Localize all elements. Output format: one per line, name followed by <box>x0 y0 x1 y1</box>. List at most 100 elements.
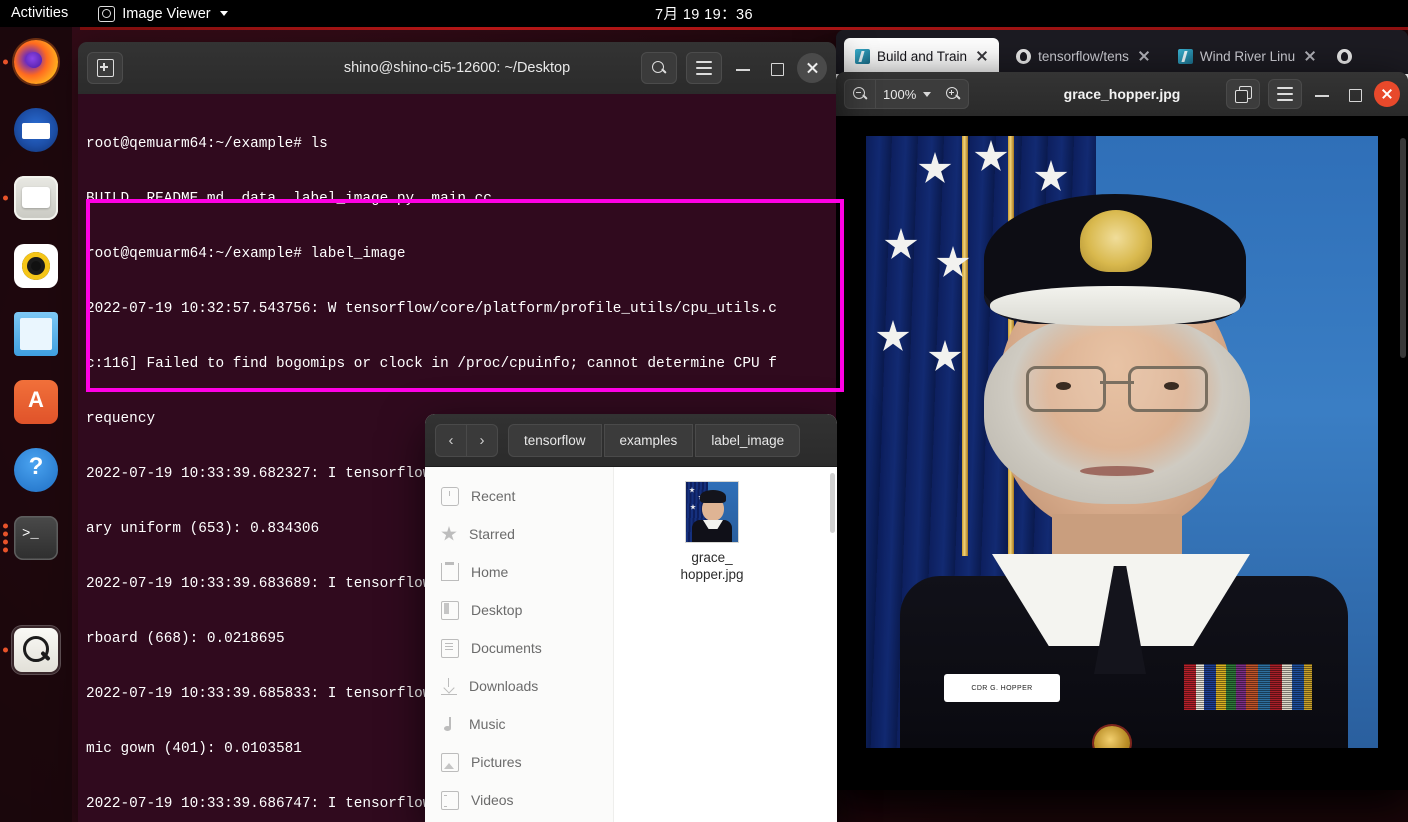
minimize-button[interactable] <box>731 56 755 80</box>
terminal-search-button[interactable] <box>641 52 677 84</box>
sidebar-item-videos[interactable]: Videos <box>425 781 613 819</box>
sidebar-item-downloads[interactable]: Downloads <box>425 667 613 705</box>
terminal-icon <box>14 516 58 560</box>
new-tab-button[interactable] <box>87 52 123 84</box>
desktop-icon <box>441 600 459 620</box>
image-viewer-window-controls[interactable] <box>1226 79 1400 109</box>
eye-left <box>1056 382 1071 390</box>
terminal-line: BUILD README.md data label_image.py main… <box>86 190 492 207</box>
gallery-toggle-icon <box>1235 86 1252 103</box>
sidebar-item-documents[interactable]: Documents <box>425 629 613 667</box>
sidebar-item-label: Starred <box>469 526 515 542</box>
file-dialog-sidebar[interactable]: Recent Starred Home Desktop Documents Do… <box>425 467 614 822</box>
dock-item-libreoffice-impress[interactable] <box>11 309 61 359</box>
grace-hopper-thumbnail <box>685 481 739 543</box>
dock-item-ubuntu-software[interactable] <box>11 377 61 427</box>
ubuntu-software-icon <box>14 380 58 424</box>
dock-item-thunderbird[interactable] <box>11 105 61 155</box>
thunderbird-icon <box>14 108 58 152</box>
running-indicator <box>3 59 8 65</box>
tab-title: Build and Train <box>877 48 968 64</box>
image-viewer-header: 100% grace_hopper.jpg <box>836 72 1408 117</box>
dock-item-files[interactable] <box>3 173 61 223</box>
minimize-button[interactable] <box>1310 82 1334 106</box>
image-scrollbar[interactable] <box>1400 138 1406 358</box>
breadcrumb-examples[interactable]: examples <box>603 423 694 457</box>
libreoffice-impress-icon <box>14 312 58 356</box>
maximize-button[interactable] <box>1342 82 1366 106</box>
sidebar-item-label: Desktop <box>471 602 523 618</box>
gnome-top-bar[interactable]: Activities Image Viewer 7月 19 19：36 <box>0 0 1408 27</box>
zoom-controls[interactable]: 100% <box>844 79 970 109</box>
maximize-button[interactable] <box>764 56 788 80</box>
terminal-line: root@qemuarm64:~/example# label_image <box>86 245 406 262</box>
music-note-icon <box>441 716 457 733</box>
file-list[interactable]: grace_ hopper.jpg <box>614 467 837 822</box>
sidebar-item-label: Downloads <box>469 678 539 694</box>
back-button[interactable]: ‹ <box>435 423 467 457</box>
files-icon <box>14 176 58 220</box>
tab-close-icon[interactable] <box>1302 48 1318 64</box>
forward-button[interactable]: › <box>467 423 498 457</box>
image-viewer-icon <box>14 628 58 672</box>
navigation-buttons[interactable]: ‹ › <box>435 423 498 457</box>
zoom-level-selector[interactable]: 100% <box>876 79 939 109</box>
dock-item-help[interactable] <box>11 445 61 495</box>
name-tag: CDR G. HOPPER <box>944 674 1060 702</box>
breadcrumb-tensorflow[interactable]: tensorflow <box>508 423 602 457</box>
sidebar-item-pictures[interactable]: Pictures <box>425 743 613 781</box>
list-item[interactable]: grace_ hopper.jpg <box>652 481 772 583</box>
sidebar-item-recent[interactable]: Recent <box>425 477 613 515</box>
zoom-in-button[interactable] <box>938 79 970 109</box>
file-name-line1: grace_ <box>691 550 733 565</box>
image-viewer-window[interactable]: 100% grace_hopper.jpg CDR G. HOPPER <box>836 72 1408 790</box>
breadcrumb-label-image[interactable]: label_image <box>695 423 801 457</box>
clock-icon <box>441 486 459 506</box>
star-icon <box>441 526 457 541</box>
zoom-out-button[interactable] <box>844 79 876 109</box>
help-icon <box>14 448 58 492</box>
tab-close-icon[interactable] <box>974 48 990 64</box>
dock-item-rhythmbox[interactable] <box>11 241 61 291</box>
github-icon <box>1016 48 1032 64</box>
tab-close-icon[interactable] <box>1136 48 1152 64</box>
sidebar-item-starred[interactable]: Starred <box>425 515 613 553</box>
clock[interactable]: 7月 19 19：36 <box>0 3 1408 24</box>
firefox-icon <box>14 40 58 84</box>
breadcrumb[interactable]: tensorflow examples label_image <box>508 423 801 457</box>
sidebar-item-music[interactable]: Music <box>425 705 613 743</box>
sidebar-item-desktop[interactable]: Desktop <box>425 591 613 629</box>
home-icon <box>441 562 459 581</box>
document-icon <box>441 638 459 658</box>
close-button[interactable] <box>1374 81 1400 107</box>
zoom-level-value: 100% <box>883 86 917 102</box>
dock-item-firefox[interactable] <box>3 37 61 87</box>
windriver-icon <box>1177 48 1193 64</box>
terminal-window-controls[interactable] <box>641 52 827 84</box>
file-name-line2: hopper.jpg <box>680 567 744 582</box>
tab-tensorflow[interactable]: tensorflow/tens <box>1005 38 1161 74</box>
search-icon <box>651 60 667 76</box>
download-icon <box>441 677 457 695</box>
tab-wind-river-linux[interactable]: Wind River Linu <box>1167 38 1327 74</box>
windriver-icon <box>855 48 870 64</box>
github-icon <box>1337 49 1353 64</box>
image-viewer-canvas[interactable]: CDR G. HOPPER <box>836 116 1408 790</box>
chevron-down-icon <box>923 91 932 97</box>
menu-button[interactable] <box>1268 79 1302 109</box>
ubuntu-dock[interactable] <box>0 27 72 822</box>
eye-right <box>1164 382 1179 390</box>
terminal-menu-button[interactable] <box>686 52 722 84</box>
dock-item-terminal[interactable] <box>3 513 61 563</box>
close-button[interactable] <box>797 53 827 83</box>
sidebar-item-home[interactable]: Home <box>425 553 613 591</box>
file-chooser-dialog[interactable]: ‹ › tensorflow examples label_image Rece… <box>425 414 837 822</box>
dock-item-image-viewer[interactable] <box>3 625 61 675</box>
tab-build-and-train[interactable]: Build and Train <box>844 38 1000 74</box>
file-dialog-header: ‹ › tensorflow examples label_image <box>425 414 837 467</box>
file-list-scrollbar[interactable] <box>830 473 835 533</box>
firefox-tab-strip[interactable]: Build and Train tensorflow/tens Wind Riv… <box>836 30 1408 74</box>
service-ribbons <box>1184 664 1312 710</box>
sidebar-item-label: Recent <box>471 488 516 504</box>
gallery-toggle-button[interactable] <box>1226 79 1260 109</box>
